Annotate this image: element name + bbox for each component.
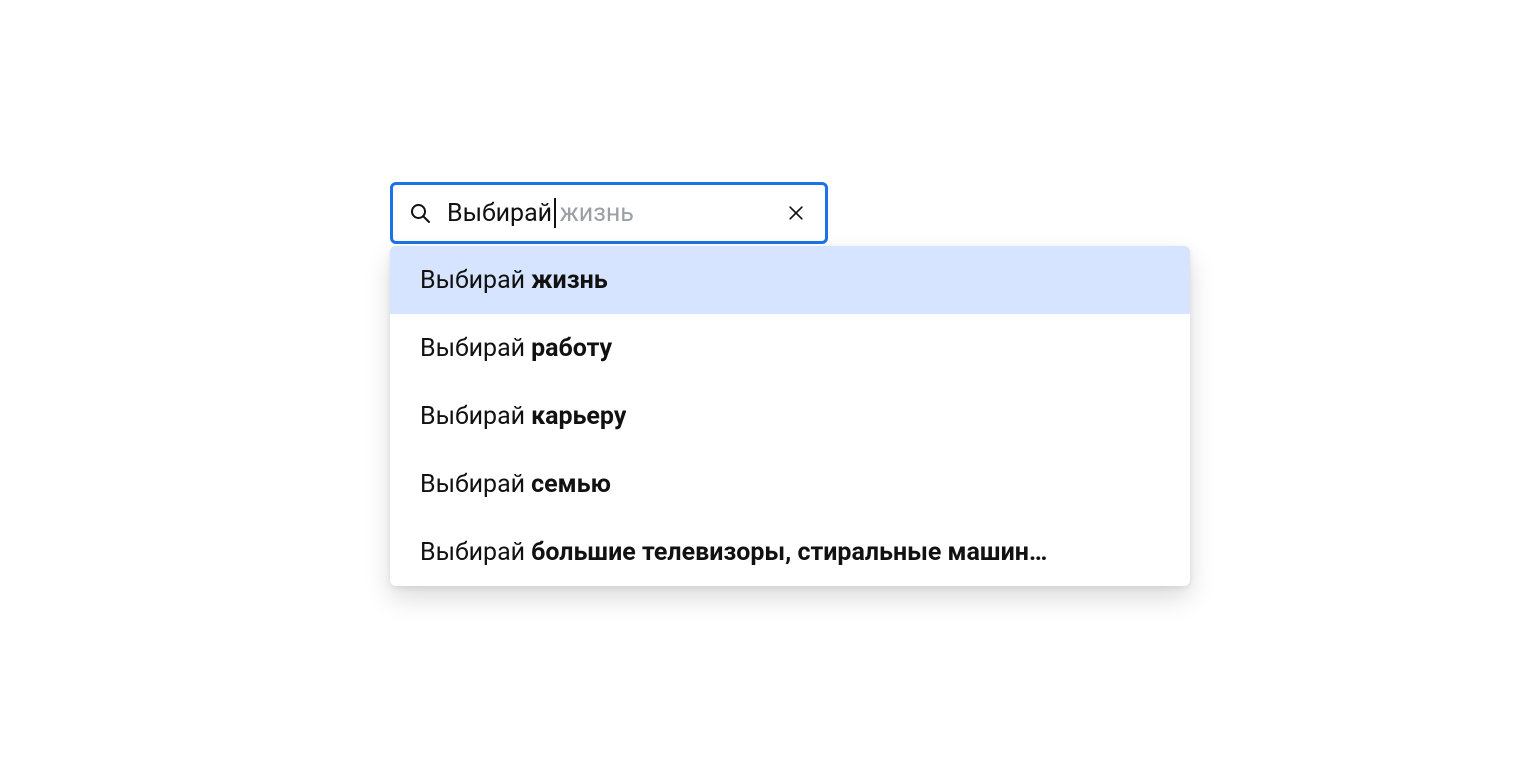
suggestion-item[interactable]: Выбирай карьеру	[390, 382, 1190, 450]
suggestion-prefix: Выбирай	[420, 266, 525, 295]
suggestion-prefix: Выбирай	[420, 334, 525, 363]
search-field[interactable]: Выбирай жизнь	[390, 182, 828, 244]
suggestion-item[interactable]: Выбирай семью	[390, 450, 1190, 518]
search-input[interactable]: Выбирай жизнь	[447, 185, 781, 241]
clear-button[interactable]	[781, 198, 811, 228]
suggestion-completion: карьеру	[531, 402, 626, 431]
suggestion-item[interactable]: Выбирай жизнь	[390, 246, 1190, 314]
suggestion-completion: работу	[531, 334, 612, 363]
suggestion-prefix: Выбирай	[420, 470, 525, 499]
suggestion-completion: жизнь	[531, 266, 608, 295]
suggestion-prefix: Выбирай	[420, 538, 525, 567]
search-input-hint: жизнь	[560, 199, 634, 228]
search-icon	[407, 200, 433, 226]
suggestions-dropdown: Выбирай жизнь Выбирай работу Выбирай кар…	[390, 246, 1190, 586]
close-icon	[786, 203, 806, 223]
suggestion-prefix: Выбирай	[420, 402, 525, 431]
suggestion-completion: семью	[531, 470, 611, 499]
suggestion-item[interactable]: Выбирай большие телевизоры, стиральные м…	[390, 518, 1190, 586]
suggestion-item[interactable]: Выбирай работу	[390, 314, 1190, 382]
search-input-value: Выбирай	[447, 199, 552, 228]
text-caret	[554, 198, 556, 228]
suggestion-completion: большие телевизоры, стиральные машин…	[531, 538, 1047, 567]
